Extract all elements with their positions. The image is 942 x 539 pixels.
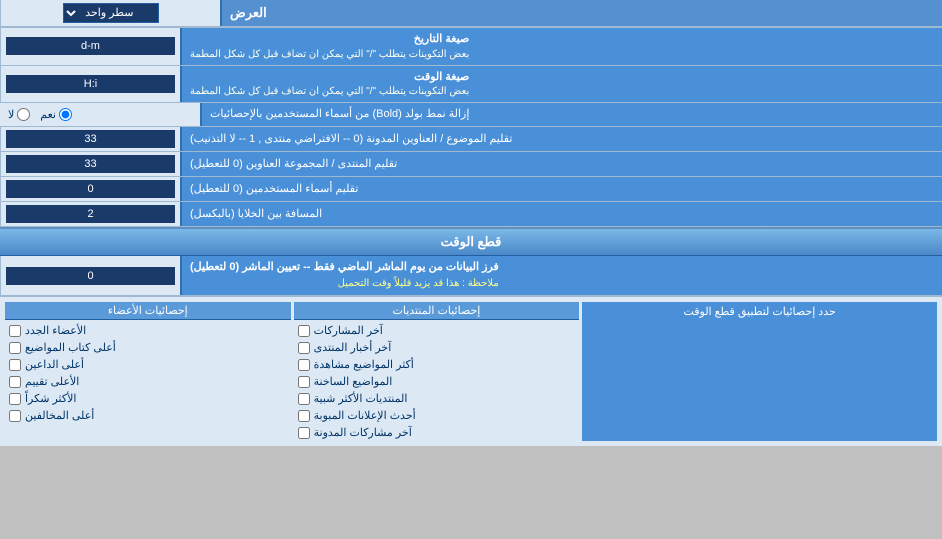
- forum-stats-col: إحصائيات المنتديات آخر المشاركات آخر أخب…: [294, 302, 580, 441]
- username-limit-row: تقليم أسماء المستخدمين (0 للتعطيل): [0, 177, 942, 202]
- space-input-cell: [0, 202, 180, 226]
- member-stat-item-6: أعلى المخالفين: [5, 407, 291, 424]
- member-stats-col: إحصائيات الأعضاء الأعضاء الجدد أعلى كتاب…: [5, 302, 291, 441]
- username-limit-input[interactable]: [6, 180, 175, 198]
- bold-remove-radio-cell: نعم لا: [0, 103, 200, 126]
- display-format-select[interactable]: سطر واحدسطرانثلاثة أسطر: [63, 3, 159, 23]
- stat-checkbox-6[interactable]: [298, 410, 310, 422]
- group-limit-input[interactable]: [6, 155, 175, 173]
- time-cut-input[interactable]: [6, 267, 175, 285]
- stat-checkbox-2[interactable]: [298, 342, 310, 354]
- member-stats-header: إحصائيات الأعضاء: [5, 302, 291, 320]
- radio-yes[interactable]: [59, 108, 72, 121]
- radio-yes-label[interactable]: نعم: [40, 108, 72, 121]
- group-limit-input-cell: [0, 152, 180, 176]
- time-format-row: صيغة الوقت بعض التكوينات يتطلب "/" التي …: [0, 66, 942, 103]
- stat-item-5: المنتديات الأكثر شبية: [294, 390, 580, 407]
- member-stat-checkbox-5[interactable]: [9, 393, 21, 405]
- forum-stats-header: إحصائيات المنتديات: [294, 302, 580, 320]
- member-stat-checkbox-2[interactable]: [9, 342, 21, 354]
- stat-item-7: آخر مشاركات المدونة: [294, 424, 580, 441]
- time-cut-input-cell: [0, 256, 180, 295]
- member-stat-item-2: أعلى كتاب المواضيع: [5, 339, 291, 356]
- member-stat-checkbox-4[interactable]: [9, 376, 21, 388]
- member-stat-checkbox-3[interactable]: [9, 359, 21, 371]
- radio-no[interactable]: [17, 108, 30, 121]
- stat-item-1: آخر المشاركات: [294, 322, 580, 339]
- stats-section: حدد إحصائيات لتطبيق قطع الوقت إحصائيات ا…: [0, 296, 942, 446]
- topic-limit-row: تقليم الموضوع / العناوين المدونة (0 -- ا…: [0, 127, 942, 152]
- space-label: المسافة بين الخلايا (بالبكسل): [180, 202, 942, 226]
- stat-checkbox-1[interactable]: [298, 325, 310, 337]
- member-stat-item-5: الأكثر شكراً: [5, 390, 291, 407]
- date-format-input-cell: [0, 28, 180, 64]
- time-cut-title: قطع الوقت: [0, 227, 942, 256]
- stat-checkbox-5[interactable]: [298, 393, 310, 405]
- member-stat-checkbox-6[interactable]: [9, 410, 21, 422]
- username-limit-input-cell: [0, 177, 180, 201]
- space-row: المسافة بين الخلايا (بالبكسل): [0, 202, 942, 227]
- time-cut-row: فرز البيانات من يوم الماشر الماضي فقط --…: [0, 256, 942, 296]
- username-limit-label: تقليم أسماء المستخدمين (0 للتعطيل): [180, 177, 942, 201]
- stat-checkbox-7[interactable]: [298, 427, 310, 439]
- stat-item-3: أكثر المواضيع مشاهدة: [294, 356, 580, 373]
- display-format-cell: سطر واحدسطرانثلاثة أسطر: [0, 0, 220, 26]
- group-limit-label: تقليم المنتدى / المجموعة العناوين (0 للت…: [180, 152, 942, 176]
- radio-no-label[interactable]: لا: [8, 108, 30, 121]
- stat-item-6: أحدث الإعلانات المبوبة: [294, 407, 580, 424]
- stat-checkbox-3[interactable]: [298, 359, 310, 371]
- member-stat-item-4: الأعلى تقييم: [5, 373, 291, 390]
- time-format-label: صيغة الوقت بعض التكوينات يتطلب "/" التي …: [180, 66, 942, 102]
- section-title: العرض: [220, 0, 942, 26]
- time-cut-label: فرز البيانات من يوم الماشر الماضي فقط --…: [180, 256, 942, 295]
- stat-checkbox-4[interactable]: [298, 376, 310, 388]
- member-stat-item-1: الأعضاء الجدد: [5, 322, 291, 339]
- stat-item-2: آخر أخبار المنتدى: [294, 339, 580, 356]
- member-stat-checkbox-1[interactable]: [9, 325, 21, 337]
- space-input[interactable]: [6, 205, 175, 223]
- time-format-input-cell: [0, 66, 180, 102]
- date-format-label: صيغة التاريخ بعض التكوينات يتطلب "/" الت…: [180, 28, 942, 64]
- topic-limit-input[interactable]: [6, 130, 175, 148]
- bold-remove-label: إزالة نمط بولد (Bold) من أسماء المستخدمي…: [200, 103, 942, 126]
- bold-remove-row: إزالة نمط بولد (Bold) من أسماء المستخدمي…: [0, 103, 942, 127]
- topic-limit-input-cell: [0, 127, 180, 151]
- date-format-row: صيغة التاريخ بعض التكوينات يتطلب "/" الت…: [0, 28, 942, 65]
- topic-limit-label: تقليم الموضوع / العناوين المدونة (0 -- ا…: [180, 127, 942, 151]
- stat-item-4: المواضيع الساخنة: [294, 373, 580, 390]
- date-format-input[interactable]: [6, 37, 175, 55]
- apply-label: حدد إحصائيات لتطبيق قطع الوقت: [582, 302, 937, 441]
- group-limit-row: تقليم المنتدى / المجموعة العناوين (0 للت…: [0, 152, 942, 177]
- time-format-input[interactable]: [6, 75, 175, 93]
- member-stat-item-3: أعلى الداعين: [5, 356, 291, 373]
